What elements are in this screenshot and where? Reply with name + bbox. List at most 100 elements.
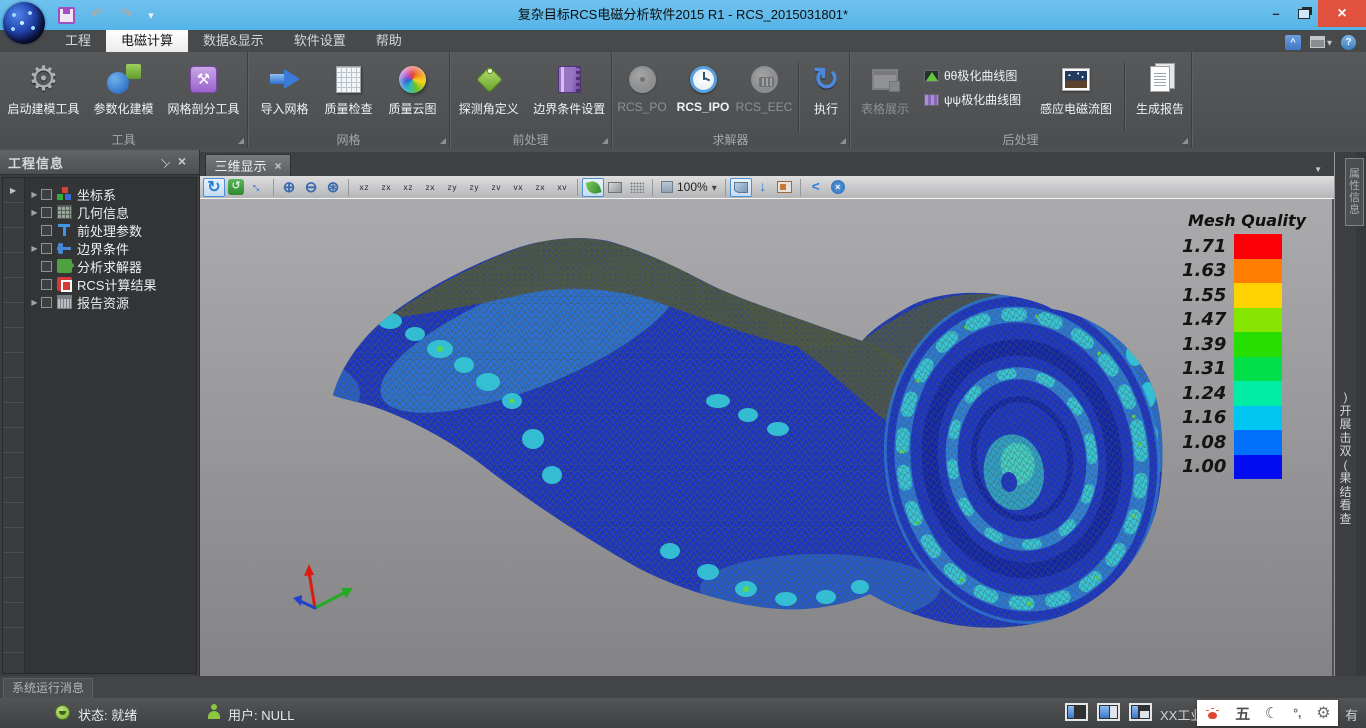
undo-icon[interactable] xyxy=(91,4,104,26)
view-iso2-button[interactable]: vx xyxy=(507,178,529,197)
execute-button[interactable]: 执行 xyxy=(803,58,849,117)
view-results-strip[interactable]: )开展击双(果结看查 xyxy=(1334,152,1356,676)
tree-item-report-resources[interactable]: 报告资源 xyxy=(26,293,196,311)
launch-modeling-tool-button[interactable]: 启动建模工具 xyxy=(4,58,84,117)
minimize-button[interactable] xyxy=(1262,0,1290,27)
checkbox[interactable] xyxy=(41,189,52,200)
table-view-button[interactable]: 表格展示 xyxy=(850,58,920,117)
collapse-ribbon-icon[interactable] xyxy=(1285,35,1301,50)
tree-item-solver[interactable]: 分析求解器 xyxy=(26,257,196,275)
tree-item-boundary-conditions[interactable]: 边界条件 xyxy=(26,239,196,257)
boundary-condition-button[interactable]: 边界条件设置 xyxy=(528,58,611,117)
view-iso4-button[interactable]: xv xyxy=(551,178,573,197)
snapshot-button[interactable] xyxy=(774,178,796,197)
expand-arrow-icon[interactable] xyxy=(28,208,41,217)
app-logo[interactable] xyxy=(3,2,45,44)
checkbox[interactable] xyxy=(41,279,52,290)
view-left-button[interactable]: xz xyxy=(397,178,419,197)
view-front-button[interactable]: xz xyxy=(353,178,375,197)
close-view-button[interactable] xyxy=(827,178,849,197)
faceted-view-button[interactable] xyxy=(604,178,626,197)
close-panel-icon[interactable] xyxy=(173,153,191,171)
moon-icon[interactable] xyxy=(1265,704,1278,722)
rotate-view-button[interactable] xyxy=(203,178,225,197)
expand-arrow-icon[interactable] xyxy=(28,298,41,307)
view-iso3-button[interactable]: zx xyxy=(529,178,551,197)
checkbox[interactable] xyxy=(41,261,52,272)
checkbox[interactable] xyxy=(41,207,52,218)
view-iso1-button[interactable]: zv xyxy=(485,178,507,197)
zoom-level-select[interactable]: 100% xyxy=(657,178,721,196)
window-style-icon[interactable] xyxy=(1310,36,1325,48)
group-launcher-icon[interactable] xyxy=(440,136,446,145)
view-back-button[interactable]: zx xyxy=(375,178,397,197)
group-launcher-icon[interactable] xyxy=(238,136,244,145)
tree-item-preprocess-params[interactable]: 前处理参数 xyxy=(26,221,196,239)
tab-project[interactable]: 工程 xyxy=(50,30,106,52)
checkbox[interactable] xyxy=(41,297,52,308)
clip-plane-button[interactable] xyxy=(730,178,752,197)
3d-viewport-canvas[interactable]: Mesh Quality 1.71 1.63 1.55 1.47 1.39 xyxy=(200,199,1332,676)
pin-icon[interactable] xyxy=(155,153,173,171)
rcs-eec-button[interactable]: RCS_EEC xyxy=(734,58,794,114)
ime-punctuation-button[interactable]: °, xyxy=(1293,706,1301,720)
help-icon[interactable] xyxy=(1341,35,1356,50)
view-top-button[interactable]: zy xyxy=(441,178,463,197)
wireframe-view-button[interactable] xyxy=(626,178,648,197)
quality-check-button[interactable]: 质量检查 xyxy=(317,58,381,117)
checkbox[interactable] xyxy=(41,225,52,236)
drop-view-button[interactable] xyxy=(752,178,774,197)
ime-mode-button[interactable]: 五 xyxy=(1235,703,1250,724)
share-view-button[interactable] xyxy=(805,178,827,197)
gear-icon[interactable] xyxy=(1316,703,1330,723)
close-tab-icon[interactable] xyxy=(275,158,282,173)
quick-access-dropdown-icon[interactable] xyxy=(148,4,154,27)
style-dropdown-icon[interactable] xyxy=(1327,33,1332,51)
expand-arrow-icon[interactable] xyxy=(28,190,41,199)
psi-polarization-curve-button[interactable]: ψψ极化曲线图 xyxy=(920,91,1032,108)
rcs-po-button[interactable]: RCS_PO xyxy=(612,58,672,114)
tab-properties-info[interactable]: 属性信息 xyxy=(1345,158,1364,226)
tree-item-rcs-results[interactable]: RCS计算结果 xyxy=(26,275,196,293)
layout-bottom-panel-button[interactable] xyxy=(1129,703,1152,721)
tab-system-messages[interactable]: 系统运行消息 xyxy=(3,678,93,698)
tree-item-coordinate-system[interactable]: 坐标系 xyxy=(26,185,196,203)
group-launcher-icon[interactable] xyxy=(1182,136,1188,145)
import-mesh-button[interactable]: 导入网格 xyxy=(253,58,317,117)
view-right-button[interactable]: zx xyxy=(419,178,441,197)
tab-em-computation[interactable]: 电磁计算 xyxy=(106,30,188,52)
orbit-button[interactable] xyxy=(225,178,247,197)
restore-button[interactable] xyxy=(1290,0,1318,27)
induced-current-map-button[interactable]: 感应电磁流图 xyxy=(1032,58,1120,117)
probe-angle-button[interactable]: 探测角定义 xyxy=(450,58,528,117)
tree-item-geometry-info[interactable]: 几何信息 xyxy=(26,203,196,221)
shaded-view-button[interactable] xyxy=(582,178,604,197)
generate-report-button[interactable]: 生成报告 xyxy=(1129,58,1191,117)
zoom-out-button[interactable] xyxy=(300,178,322,197)
layout-left-panel-button[interactable] xyxy=(1065,703,1088,721)
legend-row: 1.08 xyxy=(1182,430,1312,455)
layout-split-button[interactable] xyxy=(1097,703,1120,721)
ime-logo-icon[interactable] xyxy=(1204,706,1220,720)
redo-icon[interactable] xyxy=(120,4,133,26)
view-bottom-button[interactable]: zy xyxy=(463,178,485,197)
quality-cloud-map-button[interactable]: 质量云图 xyxy=(381,58,445,117)
tab-list-dropdown-icon[interactable] xyxy=(1314,159,1322,177)
zoom-in-button[interactable] xyxy=(278,178,300,197)
tab-data-display[interactable]: 数据&显示 xyxy=(188,30,279,52)
tab-3d-display[interactable]: 三维显示 xyxy=(205,154,291,176)
group-launcher-icon[interactable] xyxy=(840,136,846,145)
checkbox[interactable] xyxy=(41,243,52,254)
tab-software-settings[interactable]: 软件设置 xyxy=(279,30,361,52)
theta-polarization-curve-button[interactable]: θθ极化曲线图 xyxy=(920,67,1032,84)
zoom-fit-button[interactable] xyxy=(322,178,344,197)
tab-help[interactable]: 帮助 xyxy=(361,30,417,52)
mesh-partition-tool-button[interactable]: 网格剖分工具 xyxy=(164,58,244,117)
rcs-ipo-button[interactable]: RCS_IPO xyxy=(672,58,734,114)
save-icon[interactable] xyxy=(58,7,75,24)
group-launcher-icon[interactable] xyxy=(602,136,608,145)
close-button[interactable] xyxy=(1318,0,1366,27)
parametric-modeling-button[interactable]: 参数化建模 xyxy=(84,58,164,117)
expand-arrow-icon[interactable] xyxy=(28,244,41,253)
pan-button[interactable] xyxy=(247,178,269,197)
